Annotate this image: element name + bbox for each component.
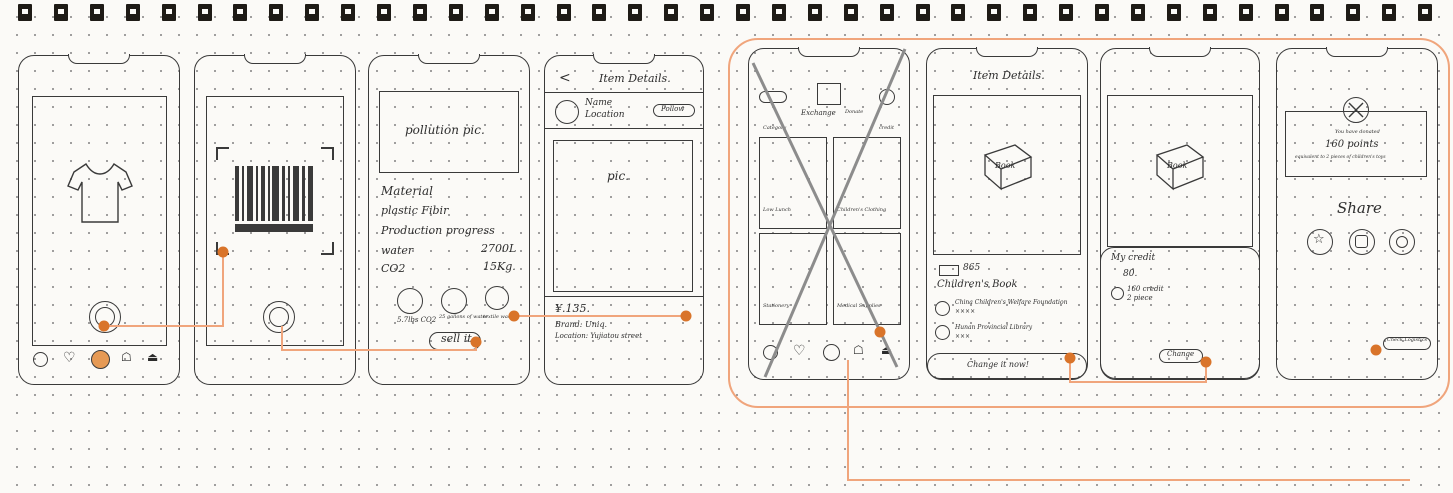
flow-node	[217, 246, 229, 258]
flow-node	[1200, 356, 1212, 368]
flow-node	[98, 320, 110, 332]
flow-node	[470, 336, 482, 348]
flow-connectors	[104, 252, 1410, 481]
flow-node	[508, 310, 520, 322]
flow-node	[874, 326, 886, 338]
flow-node	[680, 310, 692, 322]
flow-node	[1064, 352, 1076, 364]
flow-node	[1370, 344, 1382, 356]
